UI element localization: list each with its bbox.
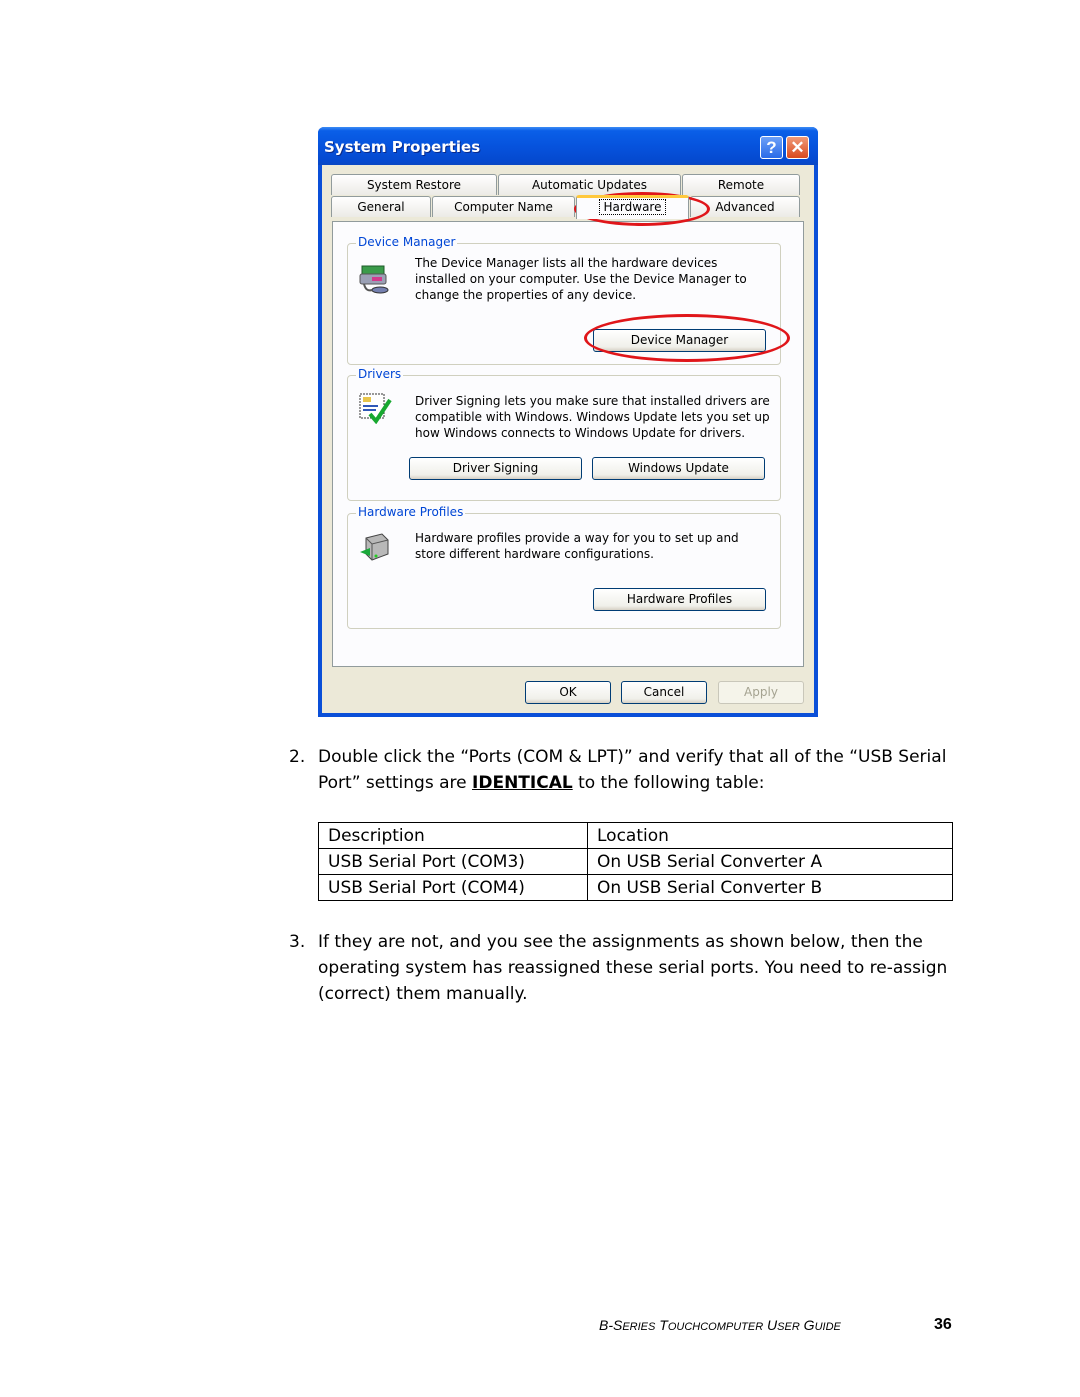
question-mark-icon: ? [766, 138, 777, 157]
drivers-group: Drivers Driver Signing lets you make sur… [347, 367, 781, 501]
help-button[interactable]: ? [760, 136, 783, 159]
hardware-profiles-icon [358, 530, 392, 564]
cell-location: On USB Serial Converter A [587, 848, 953, 875]
device-manager-description: The Device Manager lists all the hardwar… [415, 256, 747, 302]
step-2-text: Double click the “Ports (COM & LPT)” and… [318, 747, 947, 793]
cell-description: USB Serial Port (COM4) [318, 874, 588, 901]
drivers-description: Driver Signing lets you make sure that i… [415, 394, 770, 440]
step-2-number: 2. [289, 747, 306, 767]
table-row: USB Serial Port (COM4) On USB Serial Con… [318, 874, 953, 901]
header-location: Location [587, 822, 953, 849]
table-row: USB Serial Port (COM3) On USB Serial Con… [318, 848, 953, 875]
header-description: Description [318, 822, 588, 849]
step-3-text: If they are not, and you see the assignm… [318, 932, 948, 1004]
device-manager-icon [358, 262, 392, 296]
hardware-profiles-group: Hardware Profiles Hardware profiles prov… [347, 505, 781, 629]
tab-hardware[interactable]: Hardware [576, 195, 689, 219]
hardware-tab-panel: Device Manager The Device Manager lists … [332, 221, 804, 667]
apply-button[interactable]: Apply [718, 681, 804, 704]
hardware-profiles-description: Hardware profiles provide a way for you … [415, 531, 739, 561]
tab-general[interactable]: General [331, 196, 431, 217]
device-manager-button-highlight [584, 314, 790, 362]
close-button[interactable]: ✕ [786, 136, 809, 159]
drivers-group-label: Drivers [356, 367, 404, 381]
dialog-body: System Restore Automatic Updates Remote … [322, 165, 814, 713]
identical-emphasis: IDENTICAL [472, 773, 573, 793]
serial-ports-table: Description Location USB Serial Port (CO… [318, 822, 953, 901]
driver-signing-icon [358, 390, 392, 425]
cell-location: On USB Serial Converter B [587, 874, 953, 901]
tab-system-restore[interactable]: System Restore [331, 174, 497, 195]
page-number: 36 [934, 1316, 952, 1333]
table-header-row: Description Location [318, 822, 953, 849]
windows-update-button[interactable]: Windows Update [592, 457, 765, 480]
step-3-number: 3. [289, 932, 306, 952]
hardware-profiles-group-label: Hardware Profiles [356, 505, 466, 519]
hardware-profiles-button[interactable]: Hardware Profiles [593, 588, 766, 611]
tab-computer-name[interactable]: Computer Name [432, 196, 575, 217]
window-title: System Properties [324, 138, 481, 156]
driver-signing-button[interactable]: Driver Signing [409, 457, 582, 480]
cell-description: USB Serial Port (COM3) [318, 848, 588, 875]
guide-title: B-SERIES TOUCHCOMPUTER USER GUIDE [599, 1317, 841, 1333]
title-bar[interactable]: System Properties ? ✕ [318, 127, 818, 165]
close-icon: ✕ [790, 138, 805, 157]
cancel-button[interactable]: Cancel [621, 681, 707, 704]
device-manager-group-label: Device Manager [356, 235, 458, 249]
tab-remote[interactable]: Remote [682, 174, 800, 195]
system-properties-window: System Properties ? ✕ System Restore Aut… [318, 127, 818, 717]
ok-button[interactable]: OK [525, 681, 611, 704]
